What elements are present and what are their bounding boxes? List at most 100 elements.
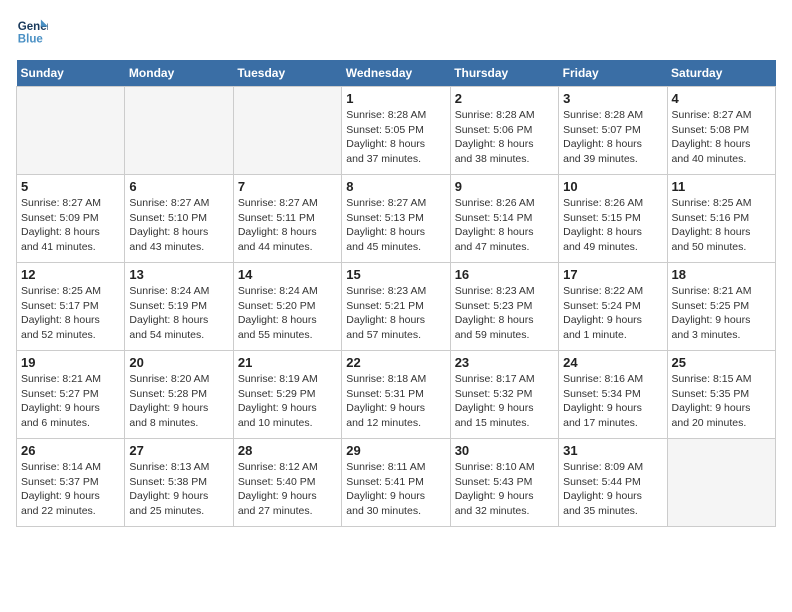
day-number: 21 (238, 355, 337, 370)
calendar-cell: 1Sunrise: 8:28 AM Sunset: 5:05 PM Daylig… (342, 87, 450, 175)
day-number: 5 (21, 179, 120, 194)
day-number: 8 (346, 179, 445, 194)
calendar-cell: 7Sunrise: 8:27 AM Sunset: 5:11 PM Daylig… (233, 175, 341, 263)
day-number: 28 (238, 443, 337, 458)
day-number: 12 (21, 267, 120, 282)
day-number: 19 (21, 355, 120, 370)
page-header: General Blue (16, 16, 776, 48)
svg-text:Blue: Blue (18, 34, 44, 46)
calendar-cell: 14 Sunrise: 8:24 AM Sunset: 5:20 PM Dayli… (233, 263, 341, 351)
day-number: 23 (455, 355, 554, 370)
day-info: Sunrise: 8:27 AM Sunset: 5:08 PM Dayligh… (672, 108, 771, 167)
calendar-cell: 18 Sunrise: 8:21 AM Sunset: 5:25 PM Dayli… (667, 263, 775, 351)
day-info: Sunrise: 8:27 AM Sunset: 5:13 PM Dayligh… (346, 196, 445, 255)
calendar-cell: 5Sunrise: 8:27 AM Sunset: 5:09 PM Daylig… (17, 175, 125, 263)
calendar-cell: 28 Sunrise: 8:12 AM Sunset: 5:40 PM Dayli… (233, 439, 341, 527)
weekday-header-row: SundayMondayTuesdayWednesdayThursdayFrid… (17, 60, 776, 87)
calendar-cell: 6Sunrise: 8:27 AM Sunset: 5:10 PM Daylig… (125, 175, 233, 263)
day-info: Sunrise: 8:20 AM Sunset: 5:28 PM Dayligh… (129, 372, 228, 431)
day-number: 29 (346, 443, 445, 458)
day-info: Sunrise: 8:21 AM Sunset: 5:27 PM Dayligh… (21, 372, 120, 431)
calendar-cell: 19 Sunrise: 8:21 AM Sunset: 5:27 PM Dayli… (17, 351, 125, 439)
logo-icon: General Blue (16, 16, 48, 48)
calendar-cell: 31 Sunrise: 8:09 AM Sunset: 5:44 PM Dayli… (559, 439, 667, 527)
calendar-cell: 21 Sunrise: 8:19 AM Sunset: 5:29 PM Dayli… (233, 351, 341, 439)
day-number: 13 (129, 267, 228, 282)
calendar-cell: 17Sunrise: 8:22 AM Sunset: 5:24 PM Dayli… (559, 263, 667, 351)
day-info: Sunrise: 8:26 AM Sunset: 5:14 PM Dayligh… (455, 196, 554, 255)
day-info: Sunrise: 8:18 AM Sunset: 5:31 PM Dayligh… (346, 372, 445, 431)
calendar-table: SundayMondayTuesdayWednesdayThursdayFrid… (16, 60, 776, 527)
calendar-cell: 10 Sunrise: 8:26 AM Sunset: 5:15 PM Dayli… (559, 175, 667, 263)
calendar-cell: 30 Sunrise: 8:10 AM Sunset: 5:43 PM Dayli… (450, 439, 558, 527)
calendar-cell: 13 Sunrise: 8:24 AM Sunset: 5:19 PM Dayli… (125, 263, 233, 351)
calendar-cell: 24Sunrise: 8:16 AM Sunset: 5:34 PM Dayli… (559, 351, 667, 439)
day-info: Sunrise: 8:15 AM Sunset: 5:35 PM Dayligh… (672, 372, 771, 431)
day-info: Sunrise: 8:09 AM Sunset: 5:44 PM Dayligh… (563, 460, 662, 519)
week-row-1: 1Sunrise: 8:28 AM Sunset: 5:05 PM Daylig… (17, 87, 776, 175)
weekday-header-tuesday: Tuesday (233, 60, 341, 87)
day-number: 16 (455, 267, 554, 282)
weekday-header-saturday: Saturday (667, 60, 775, 87)
day-number: 27 (129, 443, 228, 458)
day-info: Sunrise: 8:25 AM Sunset: 5:16 PM Dayligh… (672, 196, 771, 255)
calendar-cell: 15 Sunrise: 8:23 AM Sunset: 5:21 PM Dayli… (342, 263, 450, 351)
calendar-cell (17, 87, 125, 175)
calendar-cell: 25 Sunrise: 8:15 AM Sunset: 5:35 PM Dayli… (667, 351, 775, 439)
day-info: Sunrise: 8:19 AM Sunset: 5:29 PM Dayligh… (238, 372, 337, 431)
calendar-cell (233, 87, 341, 175)
calendar-cell: 26 Sunrise: 8:14 AM Sunset: 5:37 PM Dayli… (17, 439, 125, 527)
day-number: 2 (455, 91, 554, 106)
logo: General Blue (16, 16, 52, 48)
day-number: 26 (21, 443, 120, 458)
calendar-cell: 8 Sunrise: 8:27 AM Sunset: 5:13 PM Daylig… (342, 175, 450, 263)
calendar-cell: 4 Sunrise: 8:27 AM Sunset: 5:08 PM Daylig… (667, 87, 775, 175)
day-info: Sunrise: 8:12 AM Sunset: 5:40 PM Dayligh… (238, 460, 337, 519)
day-number: 22 (346, 355, 445, 370)
day-number: 14 (238, 267, 337, 282)
calendar-cell (125, 87, 233, 175)
week-row-5: 26 Sunrise: 8:14 AM Sunset: 5:37 PM Dayli… (17, 439, 776, 527)
calendar-cell: 3Sunrise: 8:28 AM Sunset: 5:07 PM Daylig… (559, 87, 667, 175)
day-number: 25 (672, 355, 771, 370)
calendar-cell: 22 Sunrise: 8:18 AM Sunset: 5:31 PM Dayli… (342, 351, 450, 439)
day-info: Sunrise: 8:24 AM Sunset: 5:20 PM Dayligh… (238, 284, 337, 343)
calendar-cell: 2Sunrise: 8:28 AM Sunset: 5:06 PM Daylig… (450, 87, 558, 175)
day-number: 10 (563, 179, 662, 194)
day-number: 20 (129, 355, 228, 370)
day-info: Sunrise: 8:28 AM Sunset: 5:05 PM Dayligh… (346, 108, 445, 167)
day-number: 11 (672, 179, 771, 194)
weekday-header-friday: Friday (559, 60, 667, 87)
calendar-cell: 20 Sunrise: 8:20 AM Sunset: 5:28 PM Dayli… (125, 351, 233, 439)
day-number: 15 (346, 267, 445, 282)
calendar-cell: 11 Sunrise: 8:25 AM Sunset: 5:16 PM Dayli… (667, 175, 775, 263)
day-info: Sunrise: 8:10 AM Sunset: 5:43 PM Dayligh… (455, 460, 554, 519)
day-info: Sunrise: 8:26 AM Sunset: 5:15 PM Dayligh… (563, 196, 662, 255)
weekday-header-monday: Monday (125, 60, 233, 87)
calendar-cell: 12 Sunrise: 8:25 AM Sunset: 5:17 PM Dayli… (17, 263, 125, 351)
day-info: Sunrise: 8:24 AM Sunset: 5:19 PM Dayligh… (129, 284, 228, 343)
day-number: 31 (563, 443, 662, 458)
calendar-cell: 27Sunrise: 8:13 AM Sunset: 5:38 PM Dayli… (125, 439, 233, 527)
day-info: Sunrise: 8:28 AM Sunset: 5:07 PM Dayligh… (563, 108, 662, 167)
day-number: 9 (455, 179, 554, 194)
day-number: 18 (672, 267, 771, 282)
day-number: 30 (455, 443, 554, 458)
day-info: Sunrise: 8:14 AM Sunset: 5:37 PM Dayligh… (21, 460, 120, 519)
week-row-3: 12 Sunrise: 8:25 AM Sunset: 5:17 PM Dayli… (17, 263, 776, 351)
day-info: Sunrise: 8:22 AM Sunset: 5:24 PM Dayligh… (563, 284, 662, 343)
calendar-cell (667, 439, 775, 527)
calendar-cell: 23Sunrise: 8:17 AM Sunset: 5:32 PM Dayli… (450, 351, 558, 439)
calendar-cell: 29Sunrise: 8:11 AM Sunset: 5:41 PM Dayli… (342, 439, 450, 527)
weekday-header-wednesday: Wednesday (342, 60, 450, 87)
day-info: Sunrise: 8:21 AM Sunset: 5:25 PM Dayligh… (672, 284, 771, 343)
day-number: 4 (672, 91, 771, 106)
day-info: Sunrise: 8:27 AM Sunset: 5:11 PM Dayligh… (238, 196, 337, 255)
calendar-cell: 9 Sunrise: 8:26 AM Sunset: 5:14 PM Daylig… (450, 175, 558, 263)
calendar-cell: 16 Sunrise: 8:23 AM Sunset: 5:23 PM Dayli… (450, 263, 558, 351)
day-info: Sunrise: 8:23 AM Sunset: 5:21 PM Dayligh… (346, 284, 445, 343)
day-info: Sunrise: 8:23 AM Sunset: 5:23 PM Dayligh… (455, 284, 554, 343)
weekday-header-thursday: Thursday (450, 60, 558, 87)
weekday-header-sunday: Sunday (17, 60, 125, 87)
day-info: Sunrise: 8:25 AM Sunset: 5:17 PM Dayligh… (21, 284, 120, 343)
